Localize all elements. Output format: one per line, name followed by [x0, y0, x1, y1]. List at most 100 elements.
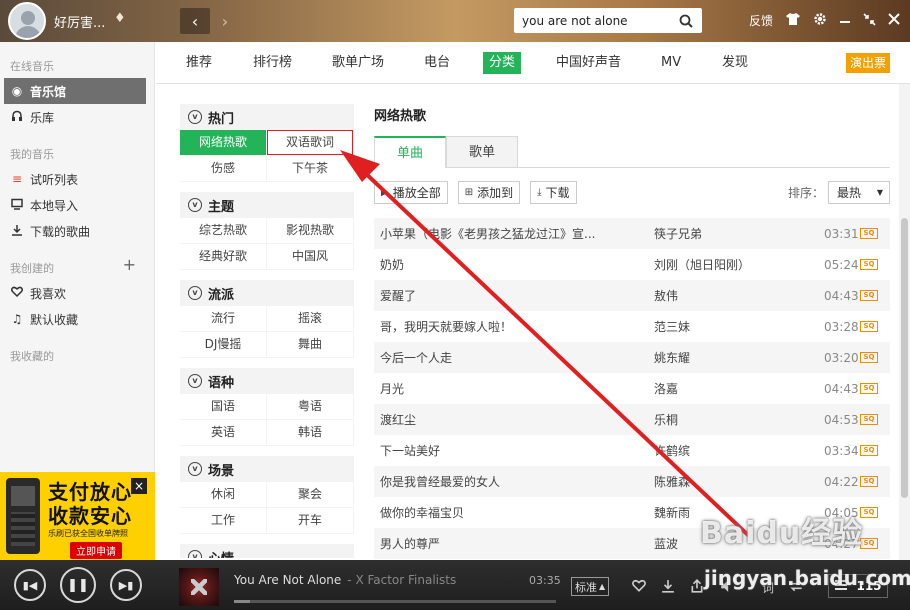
category-item[interactable]: DJ慢摇	[180, 332, 266, 357]
tab-charts[interactable]: 排行榜	[247, 52, 298, 74]
category-item[interactable]: 粤语	[267, 394, 353, 419]
table-row[interactable]: 哥，我明天就要嫁人啦！ 范三妹 03:28 SQ	[374, 311, 890, 342]
category-item[interactable]: 聚会	[267, 482, 353, 507]
song-artist[interactable]: 洛嘉	[654, 380, 824, 397]
song-title[interactable]: 渡红尘	[374, 411, 654, 428]
scrollbar-thumb[interactable]	[901, 218, 908, 498]
pause-button[interactable]: ❚❚	[60, 567, 96, 603]
table-row[interactable]: 渡红尘 乐桐 04:53 SQ	[374, 404, 890, 435]
vip-diamond-icon[interactable]: ♦	[114, 11, 126, 26]
category-item[interactable]: 影视热歌	[267, 218, 353, 243]
category-item[interactable]: 中国风	[267, 244, 353, 269]
heart-icon[interactable]	[632, 579, 646, 596]
ad-apply-button[interactable]: 立即申请	[70, 542, 122, 559]
category-item-bilingual-lyrics[interactable]: 双语歌词	[267, 130, 353, 155]
song-artist[interactable]: 许鹤缤	[654, 442, 824, 459]
category-header[interactable]: v 流派	[180, 280, 354, 306]
song-title[interactable]: 男人的尊严	[374, 535, 654, 552]
category-item-afternoon-tea[interactable]: 下午茶	[267, 156, 353, 181]
feedback-link[interactable]: 反馈	[749, 12, 773, 29]
sidebar-item-downloaded[interactable]: 下载的歌曲	[0, 218, 154, 244]
album-cover[interactable]	[179, 568, 219, 606]
category-header[interactable]: v 场景	[180, 456, 354, 482]
category-header[interactable]: v 主题	[180, 192, 354, 218]
minimize-icon[interactable]	[839, 13, 851, 28]
track-title[interactable]: You Are Not Alone	[234, 573, 341, 587]
category-header[interactable]: v 心情	[180, 544, 354, 558]
category-item[interactable]: 综艺热歌	[180, 218, 266, 243]
sidebar-item-library[interactable]: 乐库	[0, 104, 154, 130]
table-row[interactable]: 下一站美好 许鹤缤 03:34 SQ	[374, 435, 890, 466]
avatar[interactable]	[8, 2, 46, 40]
song-artist[interactable]: 敖伟	[654, 287, 824, 304]
category-item[interactable]: 流行	[180, 306, 266, 331]
song-artist[interactable]: 陈雅森	[654, 473, 824, 490]
song-title[interactable]: 下一站美好	[374, 442, 654, 459]
tab-discover[interactable]: 发现	[716, 52, 754, 74]
category-item[interactable]: 摇滚	[267, 306, 353, 331]
song-title[interactable]: 爱醒了	[374, 287, 654, 304]
category-item[interactable]: 国语	[180, 394, 266, 419]
category-item[interactable]: 舞曲	[267, 332, 353, 357]
category-item[interactable]: 休闲	[180, 482, 266, 507]
forward-button[interactable]: ›	[210, 8, 240, 34]
play-all-button[interactable]: ▶ 播放全部	[374, 180, 448, 204]
sort-select[interactable]: 最热 ▼	[828, 180, 890, 204]
share-icon[interactable]	[690, 579, 704, 597]
back-button[interactable]: ‹	[180, 8, 210, 34]
category-item[interactable]: 工作	[180, 508, 266, 533]
gear-icon[interactable]	[813, 12, 827, 29]
add-to-button[interactable]: ⊞ 添加到	[457, 180, 521, 204]
song-title[interactable]: 奶奶	[374, 256, 654, 273]
progress-bar[interactable]	[234, 600, 556, 603]
download-icon[interactable]	[661, 579, 675, 597]
tab-playlist-square[interactable]: 歌单广场	[326, 52, 390, 74]
song-title[interactable]: 小苹果（电影《老男孩之猛龙过江》宣...	[374, 225, 654, 242]
close-icon[interactable]	[888, 13, 900, 28]
category-item[interactable]: 韩语	[267, 420, 353, 445]
download-button[interactable]: ⤓ 下载	[530, 180, 577, 204]
ad-banner[interactable]: 支付放心 收款安心 乐刷已获全国收单牌照 立即申请 ×	[0, 472, 155, 560]
song-artist[interactable]: 筷子兄弟	[654, 225, 824, 242]
category-item[interactable]: 英语	[180, 420, 266, 445]
mini-mode-icon[interactable]	[863, 12, 876, 29]
quality-select[interactable]: 标准 ▲	[571, 577, 610, 596]
sidebar-item-default-collection[interactable]: ♫ 默认收藏	[0, 306, 154, 332]
skin-shirt-icon[interactable]	[785, 12, 801, 29]
table-row[interactable]: 奶奶 刘刚（旭日阳刚） 05:24 SQ	[374, 249, 890, 280]
song-artist[interactable]: 范三妹	[654, 318, 824, 335]
song-artist[interactable]: 姚东耀	[654, 349, 824, 366]
song-title[interactable]: 你是我曾经最爱的女人	[374, 473, 654, 490]
tab-playlists[interactable]: 歌单	[446, 136, 518, 167]
scrollbar[interactable]	[899, 84, 910, 560]
previous-button[interactable]: ▮◀	[14, 569, 46, 601]
ad-close-icon[interactable]: ×	[131, 478, 147, 494]
tab-category[interactable]: 分类	[483, 52, 522, 74]
username[interactable]: 好厉害...	[54, 12, 105, 31]
sidebar-item-favorites[interactable]: 我喜欢	[0, 280, 154, 306]
add-playlist-icon[interactable]: +	[123, 257, 136, 276]
sidebar-item-music-hall[interactable]: ◉ 音乐馆	[4, 78, 146, 104]
table-row[interactable]: 今后一个人走 姚东耀 03:20 SQ	[374, 342, 890, 373]
category-header[interactable]: v 热门	[180, 104, 354, 130]
next-button[interactable]: ▶▮	[110, 569, 142, 601]
tab-mv[interactable]: MV	[655, 52, 687, 74]
sidebar-item-trial-list[interactable]: ≡ 试听列表	[0, 166, 154, 192]
tab-recommend[interactable]: 推荐	[180, 52, 218, 74]
search-input[interactable]	[514, 9, 674, 32]
song-artist[interactable]: 乐桐	[654, 411, 824, 428]
tab-radio[interactable]: 电台	[418, 52, 456, 74]
search-icon[interactable]	[674, 9, 698, 32]
song-title[interactable]: 哥，我明天就要嫁人啦！	[374, 318, 654, 335]
table-row[interactable]: 小苹果（电影《老男孩之猛龙过江》宣... 筷子兄弟 03:31 SQ	[374, 218, 890, 249]
sidebar-item-local-import[interactable]: 本地导入	[0, 192, 154, 218]
table-row[interactable]: 爱醒了 敖伟 04:43 SQ	[374, 280, 890, 311]
category-item-sad[interactable]: 伤感	[180, 156, 266, 181]
concert-tickets-button[interactable]: 演出票	[846, 53, 891, 73]
track-artist[interactable]: - X Factor Finalists	[347, 573, 456, 587]
song-title[interactable]: 今后一个人走	[374, 349, 654, 366]
table-row[interactable]: 你是我曾经最爱的女人 陈雅森 04:22 SQ	[374, 466, 890, 497]
tab-voice-of-china[interactable]: 中国好声音	[550, 52, 627, 74]
category-item[interactable]: 开车	[267, 508, 353, 533]
song-title[interactable]: 做你的幸福宝贝	[374, 504, 654, 521]
